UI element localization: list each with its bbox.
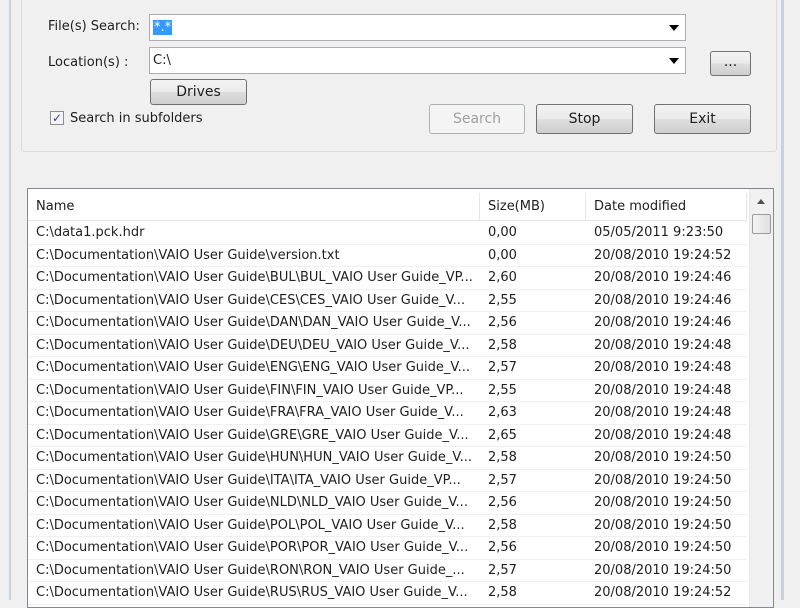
cell-size: 2,57 — [488, 360, 517, 375]
cell-name: C:\Documentation\VAIO User Guide\BUL\BUL… — [36, 270, 473, 285]
cell-size: 2,58 — [488, 517, 517, 533]
cell-size: 2,57 — [488, 472, 517, 488]
cell-date: 20/08/2010 19:24:50 — [594, 540, 732, 555]
cell-size: 2,56 — [488, 315, 517, 330]
table-row[interactable]: C:\Documentation\VAIO User Guide\DAN\DAN… — [28, 312, 747, 335]
file-search-label: File(s) Search: — [48, 19, 140, 34]
cell-name: C:\Documentation\VAIO User Guide\NLD\NLD… — [36, 495, 468, 510]
cell-date: 20/08/2010 19:24:52 — [594, 247, 732, 263]
cell-date: 20/08/2010 19:24:50 — [594, 517, 732, 533]
table-row[interactable]: C:\Documentation\VAIO User Guide\POR\POR… — [28, 537, 747, 560]
table-row[interactable]: C:\Documentation\VAIO User Guide\HUN\HUN… — [28, 447, 747, 470]
cell-size: 2,58 — [488, 585, 517, 600]
results-rows: C:\data1.pck.hdr 0,00 05/05/2011 9:23:50 C:… — [28, 222, 747, 605]
cell-size: 0,00 — [488, 247, 517, 263]
scrollbar-thumb[interactable] — [752, 214, 771, 234]
column-header-name[interactable]: Name — [28, 193, 480, 220]
cell-name: C:\Documentation\VAIO User Guide\POR\POR… — [36, 540, 469, 555]
cell-name: C:\Documentation\VAIO User Guide\FRA\FRA… — [36, 405, 464, 420]
cell-size: 2,58 — [488, 337, 517, 353]
search-button[interactable]: Search — [429, 104, 525, 134]
table-row[interactable]: C:\Documentation\VAIO User Guide\ITA\ITA… — [28, 470, 747, 492]
cell-name: C:\data1.pck.hdr — [36, 225, 145, 240]
cell-name: C:\Documentation\VAIO User Guide\CES\CES… — [36, 292, 466, 308]
chevron-down-icon[interactable] — [669, 25, 679, 31]
table-row[interactable]: C:\Documentation\VAIO User Guide\NLD\NLD… — [28, 492, 747, 515]
column-header-size[interactable]: Size(MB) — [480, 193, 586, 220]
table-row[interactable]: C:\Documentation\VAIO User Guide\ENG\ENG… — [28, 357, 747, 380]
chevron-down-icon[interactable] — [669, 58, 679, 64]
cell-name: C:\Documentation\VAIO User Guide\RON\RON… — [36, 562, 465, 578]
cell-date: 20/08/2010 19:24:50 — [594, 450, 732, 465]
cell-date: 20/08/2010 19:24:46 — [594, 315, 732, 330]
cell-name: C:\Documentation\VAIO User Guide\DAN\DAN… — [36, 315, 471, 330]
cell-name: C:\Documentation\VAIO User Guide\RUS\RUS… — [36, 585, 468, 600]
stop-button[interactable]: Stop — [536, 104, 633, 134]
vertical-scrollbar[interactable] — [749, 189, 773, 607]
table-row[interactable]: C:\Documentation\VAIO User Guide\BUL\BUL… — [28, 267, 747, 290]
location-label: Location(s) : — [48, 55, 129, 70]
table-row[interactable]: C:\Documentation\VAIO User Guide\GRE\GRE… — [28, 425, 747, 447]
cell-date: 20/08/2010 19:24:48 — [594, 360, 732, 375]
table-row[interactable]: C:\Documentation\VAIO User Guide\DEU\DEU… — [28, 335, 747, 357]
cell-date: 20/08/2010 19:24:48 — [594, 427, 732, 443]
table-row[interactable]: C:\Documentation\VAIO User Guide\FRA\FRA… — [28, 402, 747, 425]
cell-name: C:\Documentation\VAIO User Guide\ITA\ITA… — [36, 472, 461, 488]
cell-size: 2,55 — [488, 382, 517, 398]
cell-size: 2,57 — [488, 562, 517, 578]
location-combo[interactable]: C:\ — [149, 47, 686, 74]
table-row[interactable]: C:\Documentation\VAIO User Guide\CES\CES… — [28, 290, 747, 312]
cell-name: C:\Documentation\VAIO User Guide\GRE\GRE… — [36, 427, 469, 443]
cell-date: 05/05/2011 9:23:50 — [594, 225, 724, 240]
drives-button[interactable]: Drives — [150, 79, 247, 105]
file-search-combo[interactable]: *.* — [149, 14, 686, 41]
cell-date: 20/08/2010 19:24:50 — [594, 472, 732, 488]
exit-button[interactable]: Exit — [654, 104, 751, 134]
cell-size: 0,00 — [488, 225, 517, 240]
file-search-value[interactable]: *.* — [153, 20, 173, 35]
cell-date: 20/08/2010 19:24:50 — [594, 562, 732, 578]
column-header-date[interactable]: Date modified — [586, 193, 747, 220]
cell-date: 20/08/2010 19:24:46 — [594, 270, 732, 285]
cell-name: C:\Documentation\VAIO User Guide\ENG\ENG… — [36, 360, 471, 375]
cell-name: C:\Documentation\VAIO User Guide\DEU\DEU… — [36, 337, 470, 353]
browse-button[interactable]: ... — [710, 51, 751, 76]
scroll-up-arrow-icon[interactable] — [757, 199, 765, 204]
window-frame-left — [9, 0, 11, 600]
table-row[interactable]: C:\Documentation\VAIO User Guide\FIN\FIN… — [28, 380, 747, 402]
cell-size: 2,56 — [488, 495, 517, 510]
cell-date: 20/08/2010 19:24:52 — [594, 585, 732, 600]
cell-name: C:\Documentation\VAIO User Guide\version… — [36, 247, 340, 263]
cell-date: 20/08/2010 19:24:46 — [594, 292, 732, 308]
table-row[interactable]: C:\Documentation\VAIO User Guide\version… — [28, 245, 747, 267]
window-frame-right — [781, 0, 784, 600]
cell-date: 20/08/2010 19:24:48 — [594, 382, 732, 398]
cell-date: 20/08/2010 19:24:48 — [594, 405, 732, 420]
location-value[interactable]: C:\ — [153, 53, 171, 68]
cell-name: C:\Documentation\VAIO User Guide\POL\POL… — [36, 517, 465, 533]
results-list[interactable]: Name Size(MB) Date modified C:\data1.pck… — [27, 188, 774, 608]
subfolders-checkbox[interactable]: ✓ — [50, 111, 64, 125]
table-row[interactable]: C:\Documentation\VAIO User Guide\POL\POL… — [28, 515, 747, 537]
table-row[interactable]: C:\Documentation\VAIO User Guide\RUS\RUS… — [28, 582, 747, 605]
cell-size: 2,58 — [488, 450, 517, 465]
cell-name: C:\Documentation\VAIO User Guide\FIN\FIN… — [36, 382, 464, 398]
cell-size: 2,60 — [488, 270, 517, 285]
cell-name: C:\Documentation\VAIO User Guide\HUN\HUN… — [36, 450, 473, 465]
cell-size: 2,55 — [488, 292, 517, 308]
subfolders-label[interactable]: Search in subfolders — [70, 111, 203, 126]
table-row[interactable]: C:\Documentation\VAIO User Guide\RON\RON… — [28, 560, 747, 582]
cell-size: 2,56 — [488, 540, 517, 555]
results-header: Name Size(MB) Date modified — [28, 193, 747, 221]
table-row[interactable]: C:\data1.pck.hdr 0,00 05/05/2011 9:23:50 — [28, 222, 747, 245]
cell-date: 20/08/2010 19:24:48 — [594, 337, 732, 353]
cell-size: 2,65 — [488, 427, 517, 443]
cell-size: 2,63 — [488, 405, 517, 420]
cell-date: 20/08/2010 19:24:50 — [594, 495, 732, 510]
